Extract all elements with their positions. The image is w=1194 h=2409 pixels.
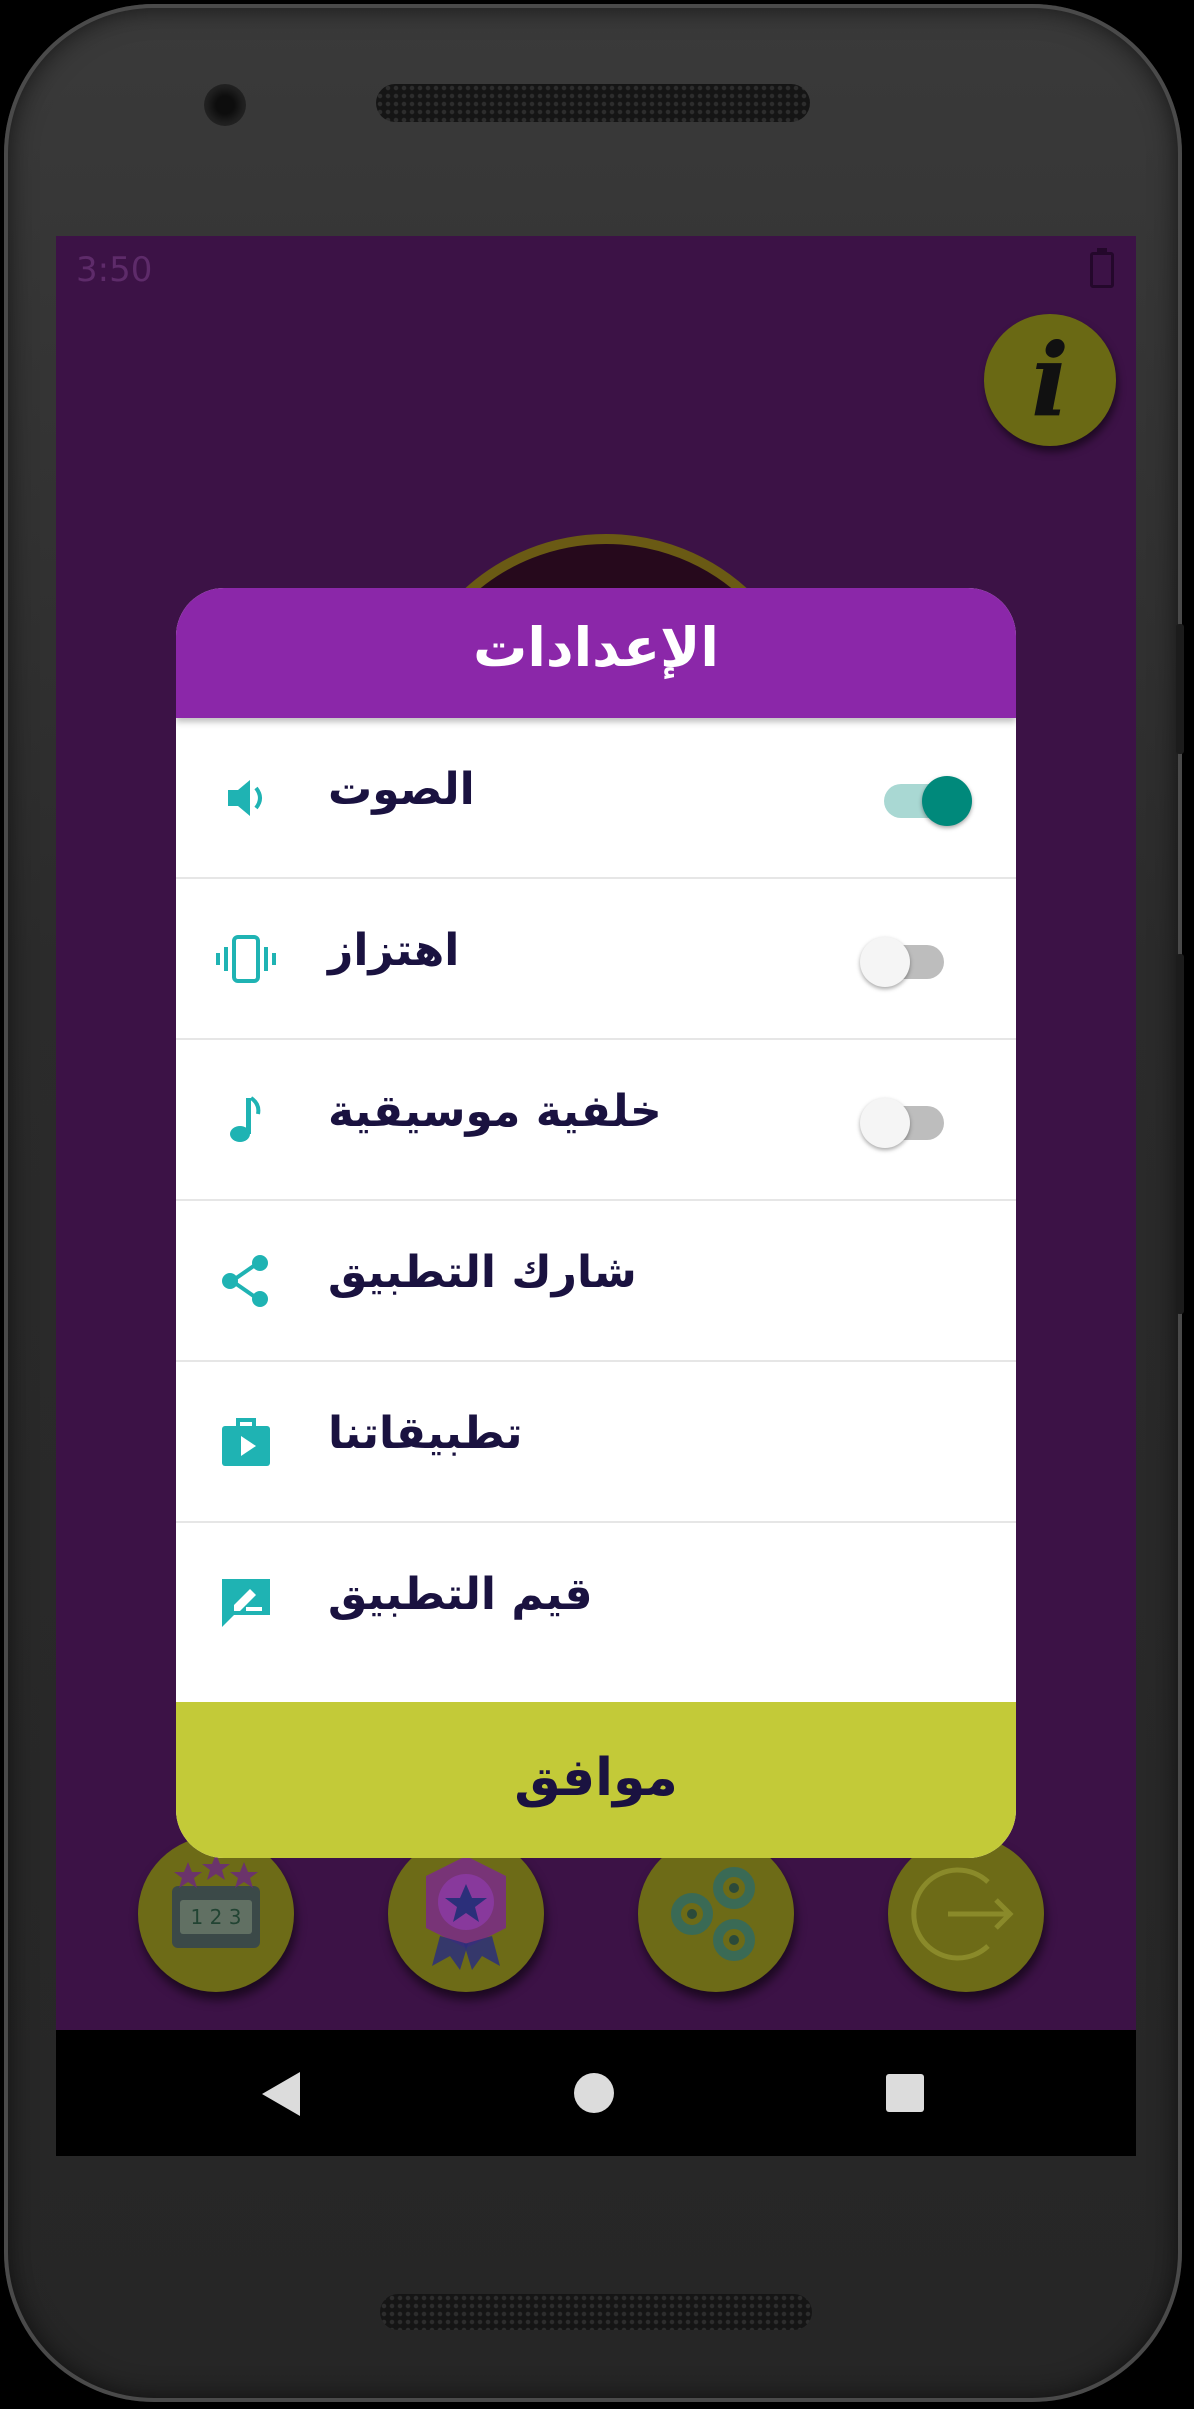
svg-text:1 2 3: 1 2 3 — [191, 1905, 242, 1929]
scoreboard-button[interactable]: 1 2 3 — [138, 1836, 294, 1992]
setting-row-background-music[interactable]: خلفية موسيقية — [176, 1040, 1016, 1201]
status-bar: 3:50 — [56, 236, 1136, 300]
settings-list: الصوت اهتزاز خلفية موسيقية شارك التطبيق … — [176, 718, 1016, 1685]
setting-row-vibration[interactable]: اهتزاز — [176, 879, 1016, 1040]
recent-apps-icon[interactable] — [886, 2074, 924, 2112]
toggle-knob — [860, 1098, 910, 1148]
status-time: 3:50 — [76, 250, 153, 290]
speaker-icon — [228, 780, 262, 816]
setting-row-our-apps[interactable]: تطبيقاتنا — [176, 1362, 1016, 1523]
app-screen: 3:50 i 1 2 3 الإعدادات الصوت اهتزاز خلفي… — [56, 236, 1136, 2156]
power-button — [1176, 954, 1184, 1314]
dialog-header: الإعدادات — [176, 588, 1016, 718]
background-music-toggle[interactable] — [860, 1098, 944, 1148]
settings-button[interactable] — [638, 1836, 794, 1992]
info-button[interactable]: i — [984, 314, 1116, 446]
dialog-title: الإعدادات — [473, 616, 719, 679]
setting-row-sound[interactable]: الصوت — [176, 718, 1016, 879]
achievements-button[interactable] — [388, 1836, 544, 1992]
vibration-toggle[interactable] — [860, 937, 944, 987]
setting-label: خلفية موسيقية — [328, 1086, 662, 1137]
settings-dialog: الإعدادات الصوت اهتزاز خلفية موسيقية شار… — [176, 588, 1016, 1858]
navigation-bar — [56, 2030, 1136, 2156]
setting-label: اهتزاز — [328, 925, 460, 976]
setting-label: قيم التطبيق — [328, 1569, 593, 1620]
volume-button — [1176, 624, 1184, 754]
battery-icon — [1090, 248, 1114, 288]
bottom-speaker — [380, 2294, 812, 2330]
vibration-icon — [216, 935, 276, 983]
ok-button-label: موافق — [514, 1748, 678, 1808]
ok-button[interactable]: موافق — [176, 1702, 1016, 1858]
front-camera — [204, 84, 246, 126]
scoreboard-icon: 1 2 3 — [172, 1854, 260, 1948]
sound-toggle[interactable] — [884, 776, 972, 826]
setting-label: الصوت — [328, 764, 475, 815]
music-note-icon — [230, 1096, 261, 1142]
back-icon[interactable] — [262, 2072, 300, 2116]
exit-button[interactable] — [888, 1836, 1044, 1992]
settings-gears-icon — [671, 1867, 755, 1961]
exit-icon — [911, 1867, 1014, 1961]
setting-label: شارك التطبيق — [328, 1247, 637, 1298]
home-icon[interactable] — [574, 2073, 614, 2113]
store-bag-icon — [222, 1418, 270, 1466]
achievement-badge-icon — [426, 1856, 506, 1970]
setting-row-share-app[interactable]: شارك التطبيق — [176, 1201, 1016, 1362]
phone-frame: 3:50 i 1 2 3 الإعدادات الصوت اهتزاز خلفي… — [4, 4, 1184, 2402]
share-icon — [222, 1255, 268, 1307]
toggle-knob — [922, 776, 972, 826]
rate-review-icon — [222, 1579, 270, 1627]
setting-label: تطبيقاتنا — [328, 1408, 523, 1459]
setting-row-rate-app[interactable]: قيم التطبيق — [176, 1523, 1016, 1685]
earpiece-speaker — [376, 84, 810, 122]
toggle-knob — [860, 937, 910, 987]
